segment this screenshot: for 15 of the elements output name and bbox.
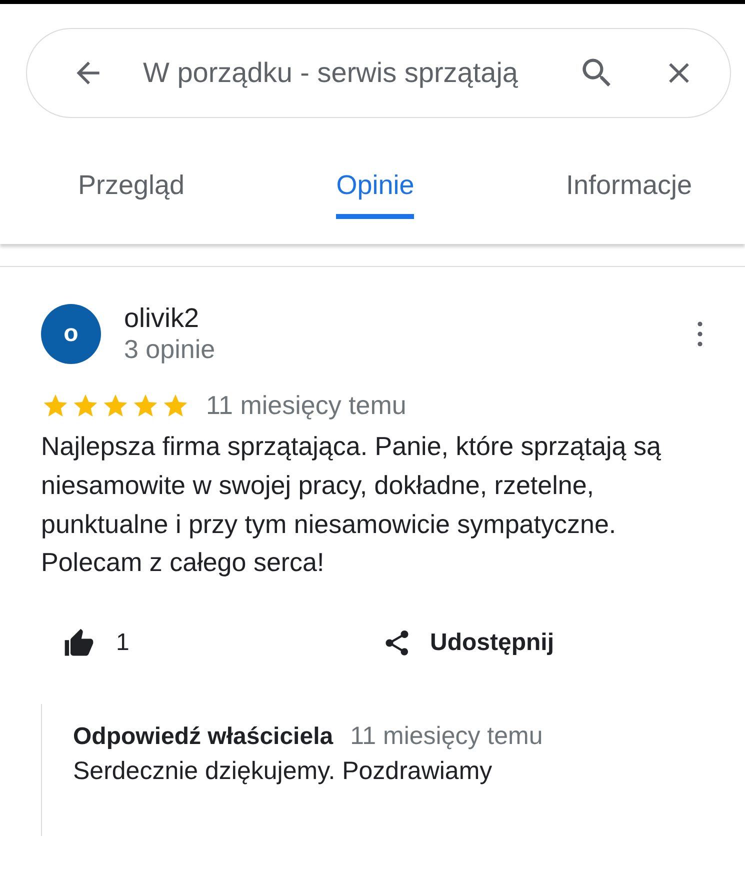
avatar[interactable]: o — [41, 304, 101, 364]
search-field[interactable]: W porządku - serwis sprzątają — [143, 57, 552, 89]
like-button[interactable]: 1 — [62, 626, 382, 660]
review-text: Najlepsza firma sprzątająca. Panie, które sprzątają są niesamowite w swojej pracy, dokładne, rzetelne, punktualne i przy tym niesamowicie sympatyczne. Polecam z całego serca! — [41, 430, 662, 580]
owner-reply-time: 11 miesięcy temu — [350, 722, 543, 752]
owner-reply-title: Odpowiedź właściciela — [73, 723, 334, 752]
tab[interactable]: Przegląd — [78, 170, 185, 219]
share-button[interactable]: Udostępnij — [382, 626, 554, 660]
tab[interactable]: Opinie — [336, 170, 414, 219]
owner-reply-text: Serdecznie dziękujemy. Pozdrawiamy — [73, 757, 494, 786]
author-name[interactable]: olivik2 — [124, 303, 697, 334]
tab[interactable]: Informacje — [566, 170, 692, 219]
more-icon[interactable] — [697, 320, 703, 346]
review-time: 11 miesięcy temu — [206, 390, 406, 421]
author-review-count: 3 opinie — [124, 334, 216, 364]
